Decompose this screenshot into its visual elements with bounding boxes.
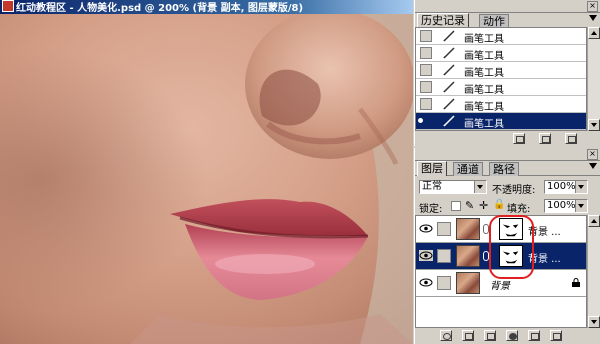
- history-item[interactable]: 画笔工具: [416, 45, 586, 62]
- lock-fill-row: 锁定: ✎ ✛ 🔒 填充: 100%: [417, 199, 599, 215]
- close-icon[interactable]: ×: [587, 149, 598, 160]
- lock-icon: [572, 278, 580, 287]
- fill-field[interactable]: 100%: [544, 199, 588, 213]
- new-layer-button[interactable]: [528, 330, 540, 341]
- history-item-label: 画笔工具: [464, 68, 504, 79]
- history-item[interactable]: 画笔工具: [416, 96, 586, 113]
- layers-palette-titlebar[interactable]: ×: [415, 148, 600, 161]
- eye-visibility-icon[interactable]: [419, 277, 433, 288]
- history-source-box[interactable]: [420, 98, 432, 110]
- delete-layer-button[interactable]: [550, 330, 562, 341]
- opacity-field[interactable]: 100%: [544, 180, 588, 194]
- tab-actions[interactable]: 动作: [479, 14, 509, 28]
- layer-mask-indicator-box[interactable]: [437, 249, 451, 263]
- history-source-box[interactable]: [420, 64, 432, 76]
- chevron-down-icon[interactable]: [474, 181, 486, 193]
- chevron-down-icon[interactable]: [575, 200, 587, 212]
- history-source-box[interactable]: [420, 47, 432, 59]
- blend-opacity-row: 正常 不透明度: 100%: [417, 180, 599, 196]
- photoshop-app-icon: [2, 0, 14, 12]
- brush-icon: [443, 81, 455, 93]
- close-icon[interactable]: ×: [587, 1, 598, 12]
- history-item[interactable]: 画笔工具: [416, 62, 586, 79]
- new-adjustment-layer-button[interactable]: [506, 330, 518, 341]
- history-item-label: 画笔工具: [464, 102, 504, 113]
- add-layer-style-button[interactable]: [440, 330, 452, 341]
- history-source-box[interactable]: [420, 30, 432, 42]
- fill-label: 填充:: [507, 204, 531, 215]
- new-snapshot-button[interactable]: [539, 133, 551, 144]
- layer-thumbnail[interactable]: [456, 218, 480, 240]
- add-layer-mask-button[interactable]: [462, 330, 474, 341]
- layer-thumbnail[interactable]: [456, 272, 480, 294]
- history-tabs: 历史记录 动作: [415, 13, 600, 28]
- document-title-bar[interactable]: 红动教程区 - 人物美化.psd @ 200% (背景 副本, 图层蒙版/8): [0, 0, 413, 14]
- history-state-marker-icon: [418, 118, 423, 123]
- lock-label: 锁定:: [419, 204, 443, 215]
- blend-mode-select[interactable]: 正常: [419, 180, 487, 194]
- tab-channels[interactable]: 通道: [453, 162, 483, 176]
- history-item-label: 画笔工具: [464, 34, 504, 45]
- tab-history[interactable]: 历史记录: [417, 13, 469, 28]
- new-set-button[interactable]: [484, 330, 496, 341]
- history-source-box[interactable]: [420, 81, 432, 93]
- history-item-selected[interactable]: 画笔工具: [416, 113, 586, 130]
- opacity-value: 100%: [547, 181, 576, 192]
- tab-paths[interactable]: 路径: [489, 162, 519, 176]
- layer-link-box[interactable]: [437, 276, 451, 290]
- new-document-from-state-button[interactable]: [513, 133, 525, 144]
- blend-mode-value: 正常: [422, 181, 442, 192]
- history-item-label: 画笔工具: [464, 119, 504, 130]
- lock-transparency-checkbox[interactable]: [451, 201, 461, 211]
- document-window: 红动教程区 - 人物美化.psd @ 200% (背景 副本, 图层蒙版/8): [0, 0, 413, 344]
- tab-layers[interactable]: 图层: [417, 161, 447, 176]
- fill-value: 100%: [547, 200, 576, 211]
- history-palette-titlebar[interactable]: ×: [415, 0, 600, 13]
- history-item[interactable]: 画笔工具: [416, 79, 586, 96]
- brush-icon: [443, 30, 455, 42]
- layers-tabs: 图层 通道 路径: [415, 161, 600, 176]
- layer-thumbnail[interactable]: [456, 245, 480, 267]
- history-item[interactable]: 画笔工具: [416, 28, 586, 45]
- eye-visibility-icon[interactable]: [419, 250, 433, 261]
- palette-menu-icon[interactable]: [589, 15, 597, 21]
- layers-footer: [415, 329, 599, 343]
- scroll-down-button[interactable]: [588, 316, 600, 328]
- palette-menu-icon[interactable]: [589, 163, 597, 169]
- red-highlight-annotation: [489, 215, 534, 279]
- lock-all-padlock-icon[interactable]: 🔒: [493, 199, 505, 210]
- brush-icon: [443, 115, 455, 127]
- layer-name[interactable]: 背景: [490, 277, 510, 292]
- layers-scrollbar[interactable]: [587, 215, 600, 328]
- delete-state-button[interactable]: [565, 133, 577, 144]
- scroll-down-button[interactable]: [588, 119, 600, 131]
- scroll-up-button[interactable]: [588, 27, 600, 39]
- layer-link-box[interactable]: [437, 222, 451, 236]
- history-scrollbar[interactable]: [587, 27, 600, 131]
- lock-position-move-icon[interactable]: ✛: [479, 199, 488, 212]
- history-palette: × 历史记录 动作 画笔工具 画笔工具 画笔工具 画笔工具 画笔工具 画笔工具: [414, 0, 600, 146]
- scroll-up-button[interactable]: [588, 215, 600, 227]
- history-item-label: 画笔工具: [464, 51, 504, 62]
- photo-canvas[interactable]: [0, 14, 413, 344]
- brush-icon: [443, 98, 455, 110]
- eye-visibility-icon[interactable]: [419, 223, 433, 234]
- document-title: 红动教程区 - 人物美化.psd @ 200% (背景 副本, 图层蒙版/8): [16, 3, 304, 14]
- brush-icon: [443, 64, 455, 76]
- history-list: 画笔工具 画笔工具 画笔工具 画笔工具 画笔工具 画笔工具: [415, 27, 587, 131]
- opacity-label: 不透明度:: [492, 185, 536, 196]
- chevron-down-icon[interactable]: [575, 181, 587, 193]
- brush-icon: [443, 47, 455, 59]
- history-item-label: 画笔工具: [464, 85, 504, 96]
- lock-image-brush-icon[interactable]: ✎: [465, 199, 474, 212]
- history-footer: [415, 132, 599, 146]
